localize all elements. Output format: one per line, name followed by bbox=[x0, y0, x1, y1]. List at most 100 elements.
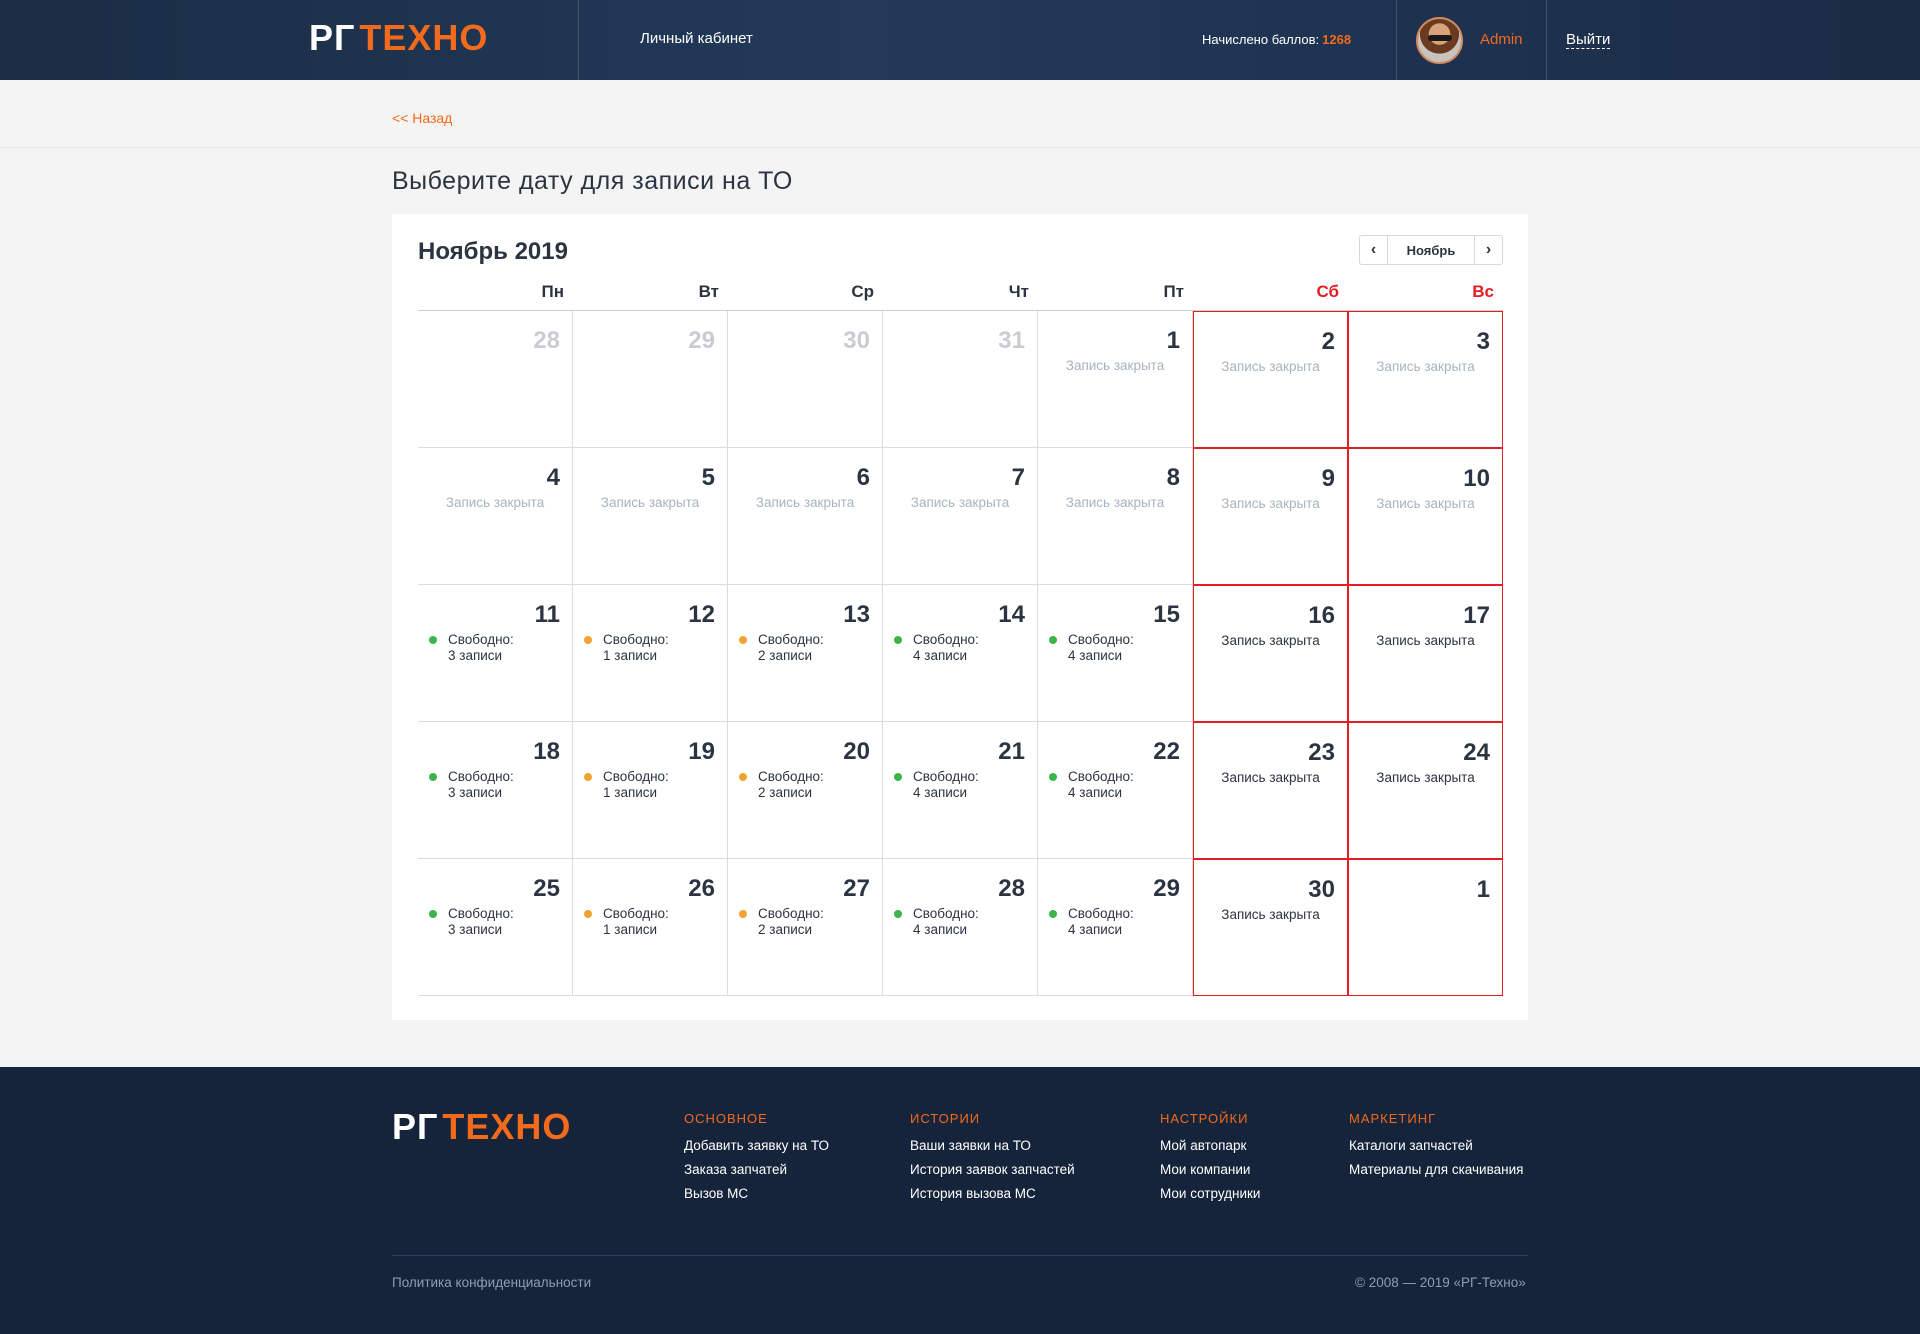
footer-link[interactable]: Каталоги запчастей bbox=[1349, 1134, 1523, 1158]
booking-closed-label: Запись закрыта bbox=[1221, 359, 1320, 374]
day-number: 29 bbox=[1153, 875, 1180, 902]
availability-info: Свободно: 1 записи bbox=[584, 906, 669, 938]
day-number: 14 bbox=[998, 601, 1025, 628]
logo-part-techno: ТЕХНО bbox=[442, 1106, 572, 1147]
calendar-day-cell: 3 Запись закрыта bbox=[1348, 311, 1503, 448]
calendar-day-cell: 30 bbox=[728, 311, 883, 448]
footer-link[interactable]: История заявок запчастей bbox=[910, 1158, 1075, 1182]
booking-closed-label: Запись закрыта bbox=[1221, 770, 1320, 785]
day-number: 1 bbox=[1476, 876, 1490, 903]
weekday-label: Вт bbox=[698, 282, 719, 301]
free-label: Свободно: bbox=[448, 632, 514, 647]
free-slots-count: 3 записи bbox=[448, 648, 503, 663]
free-label: Свободно: bbox=[758, 632, 824, 647]
back-link[interactable]: << Назад bbox=[392, 110, 452, 126]
booking-closed-label: Запись закрыта bbox=[1221, 907, 1320, 922]
footer-column: МАРКЕТИНГ Каталоги запчастей Материалы для… bbox=[1349, 1111, 1523, 1182]
availability-info: Свободно: 3 записи bbox=[429, 906, 514, 938]
availability-info: Свободно: 4 записи bbox=[1049, 906, 1134, 938]
calendar-day-cell[interactable]: 28 Свободно: 4 записи bbox=[883, 859, 1038, 996]
booking-closed-label: Запись закрыта bbox=[755, 495, 855, 510]
status-dot-icon bbox=[584, 910, 592, 918]
personal-cabinet-link[interactable]: Личный кабинет bbox=[640, 30, 753, 47]
free-label: Свободно: bbox=[913, 632, 979, 647]
privacy-policy-link[interactable]: Политика конфиденциальности bbox=[392, 1275, 591, 1290]
avatar[interactable] bbox=[1416, 17, 1463, 64]
free-label: Свободно: bbox=[913, 769, 979, 784]
footer-link[interactable]: Заказа запчатей bbox=[684, 1158, 829, 1182]
calendar-day-cell[interactable]: 22 Свободно: 4 записи bbox=[1038, 722, 1193, 859]
points-balance: Начислено баллов: 1268 bbox=[1202, 32, 1351, 47]
status-dot-icon bbox=[429, 910, 437, 918]
calendar-day-cell[interactable]: 18 Свободно: 3 записи bbox=[418, 722, 573, 859]
calendar-day-cell: 31 bbox=[883, 311, 1038, 448]
status-dot-icon bbox=[429, 773, 437, 781]
calendar-day-cell: 9 Запись закрыта bbox=[1193, 448, 1348, 585]
calendar-day-cell: 1 Запись закрыта bbox=[1038, 311, 1193, 448]
footer-column-title: ИСТОРИИ bbox=[910, 1111, 981, 1126]
calendar-day-cell[interactable]: 13 Свободно: 2 записи bbox=[728, 585, 883, 722]
status-dot-icon bbox=[894, 636, 902, 644]
status-dot-icon bbox=[429, 636, 437, 644]
calendar-day-cell[interactable]: 27 Свободно: 2 записи bbox=[728, 859, 883, 996]
footer-column: НАСТРОЙКИ Мой автопарк Мои компании Мои сот… bbox=[1160, 1111, 1260, 1206]
free-label: Свободно: bbox=[1068, 632, 1134, 647]
calendar-day-cell[interactable]: 21 Свободно: 4 записи bbox=[883, 722, 1038, 859]
month-title: Ноябрь 2019 bbox=[418, 238, 568, 265]
calendar-day-cell[interactable]: 20 Свободно: 2 записи bbox=[728, 722, 883, 859]
day-number: 10 bbox=[1463, 465, 1490, 492]
footer-link[interactable]: Мои компании bbox=[1160, 1158, 1260, 1182]
day-number: 29 bbox=[688, 327, 715, 354]
footer-link[interactable]: История вызова МС bbox=[910, 1182, 1075, 1206]
footer-link[interactable]: Мой автопарк bbox=[1160, 1134, 1260, 1158]
footer-link[interactable]: Добавить заявку на ТО bbox=[684, 1134, 829, 1158]
status-dot-icon bbox=[894, 910, 902, 918]
weekday-label: Чт bbox=[1008, 282, 1029, 301]
availability-info: Свободно: 4 записи bbox=[894, 632, 979, 664]
logout-link[interactable]: Выйти bbox=[1566, 31, 1611, 49]
free-label: Свободно: bbox=[758, 906, 824, 921]
free-label: Свободно: bbox=[758, 769, 824, 784]
chevron-right-icon[interactable]: › bbox=[1474, 236, 1502, 264]
calendar-day-cell[interactable]: 12 Свободно: 1 записи bbox=[573, 585, 728, 722]
calendar-day-cell: 1 bbox=[1348, 859, 1503, 996]
weekday-label: Пн bbox=[541, 282, 565, 301]
footer-column: ОСНОВНОЕ Добавить заявку на ТО Заказа запч… bbox=[684, 1111, 829, 1206]
calendar-day-cell[interactable]: 19 Свободно: 1 записи bbox=[573, 722, 728, 859]
booking-closed-label: Запись закрыта bbox=[445, 495, 545, 510]
calendar-day-cell[interactable]: 14 Свободно: 4 записи bbox=[883, 585, 1038, 722]
weekday-label: Ср bbox=[851, 282, 874, 301]
footer-logo[interactable]: РГ ТЕХНО bbox=[392, 1107, 571, 1147]
free-slots-count: 2 записи bbox=[758, 785, 813, 800]
free-label: Свободно: bbox=[603, 906, 669, 921]
footer-column: ИСТОРИИ Ваши заявки на ТО История заявок з… bbox=[910, 1111, 1075, 1206]
status-dot-icon bbox=[584, 636, 592, 644]
calendar-grid: 28 29 30 31 1 Запись закрыта 2 Запись закрыта 3 З… bbox=[418, 310, 1503, 1000]
day-number: 31 bbox=[998, 327, 1025, 354]
booking-closed-label: Запись закрыта bbox=[1376, 770, 1475, 785]
day-number: 9 bbox=[1321, 465, 1335, 492]
footer-column-title: МАРКЕТИНГ bbox=[1349, 1111, 1437, 1126]
chevron-left-icon[interactable]: ‹ bbox=[1360, 236, 1388, 264]
status-dot-icon bbox=[1049, 773, 1057, 781]
day-number: 6 bbox=[856, 464, 870, 491]
header-divider bbox=[1546, 0, 1547, 80]
footer-column-title: НАСТРОЙКИ bbox=[1160, 1111, 1249, 1126]
booking-closed-label: Запись закрыта bbox=[1065, 358, 1165, 373]
footer-link[interactable]: Материалы для скачивания bbox=[1349, 1158, 1523, 1182]
calendar-day-cell[interactable]: 11 Свободно: 3 записи bbox=[418, 585, 573, 722]
day-number: 28 bbox=[998, 875, 1025, 902]
copyright: © 2008 — 2019 «РГ-Техно» bbox=[1355, 1275, 1526, 1290]
calendar-day-cell[interactable]: 29 Свободно: 4 записи bbox=[1038, 859, 1193, 996]
footer-link[interactable]: Ваши заявки на ТО bbox=[910, 1134, 1075, 1158]
user-name-link[interactable]: Admin bbox=[1480, 31, 1523, 48]
calendar-day-cell[interactable]: 25 Свободно: 3 записи bbox=[418, 859, 573, 996]
footer-link[interactable]: Мои сотрудники bbox=[1160, 1182, 1260, 1206]
calendar-day-cell[interactable]: 15 Свободно: 4 записи bbox=[1038, 585, 1193, 722]
header-logo[interactable]: РГ ТЕХНО bbox=[309, 18, 488, 58]
free-slots-count: 4 записи bbox=[913, 785, 968, 800]
calendar-day-cell[interactable]: 26 Свободно: 1 записи bbox=[573, 859, 728, 996]
availability-info: Свободно: 2 записи bbox=[739, 906, 824, 938]
day-number: 28 bbox=[533, 327, 560, 354]
footer-link[interactable]: Вызов МС bbox=[684, 1182, 829, 1206]
